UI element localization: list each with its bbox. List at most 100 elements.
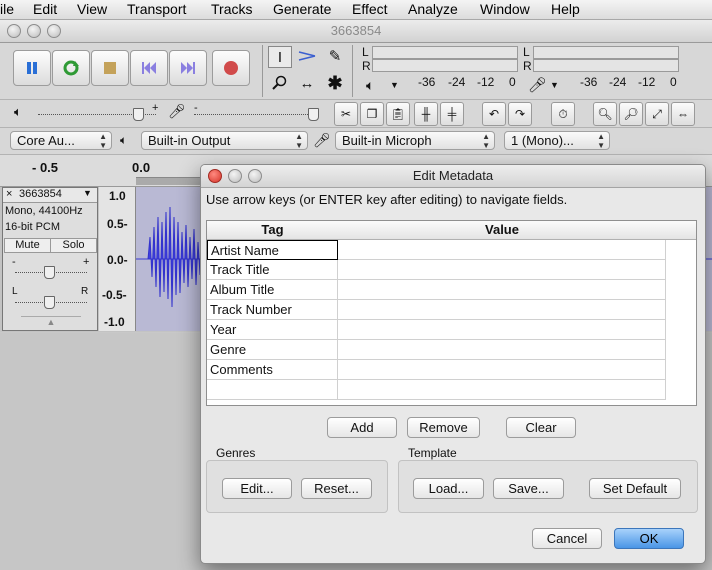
add-button[interactable]: Add bbox=[327, 417, 397, 438]
value-cell[interactable] bbox=[338, 320, 666, 340]
tag-cell[interactable]: Album Title bbox=[207, 280, 338, 300]
copy-button[interactable]: ❐ bbox=[360, 102, 384, 126]
tag-cell[interactable]: Artist Name bbox=[207, 240, 338, 260]
undo-button[interactable]: ↶ bbox=[482, 102, 506, 126]
tag-cell[interactable]: Genre bbox=[207, 340, 338, 360]
volume-plus-label: + bbox=[152, 102, 159, 114]
value-cell[interactable] bbox=[338, 240, 666, 260]
mute-button[interactable]: Mute bbox=[4, 238, 51, 253]
menu-analyze[interactable]: Analyze bbox=[408, 1, 458, 17]
gain-minus-label: - bbox=[12, 256, 16, 268]
value-cell[interactable] bbox=[338, 280, 666, 300]
chevron-down-icon[interactable]: ▼ bbox=[83, 188, 92, 198]
solo-button[interactable]: Solo bbox=[50, 238, 97, 253]
axis-label: 0.0- bbox=[107, 253, 128, 267]
cut-button[interactable]: ✂ bbox=[334, 102, 358, 126]
paste-button[interactable]: 📋︎ bbox=[386, 102, 410, 126]
envelope-tool[interactable] bbox=[296, 46, 318, 66]
menu-generate[interactable]: Generate bbox=[273, 1, 331, 17]
menu-file[interactable]: ile bbox=[0, 1, 14, 17]
tag-cell[interactable]: Year bbox=[207, 320, 338, 340]
skip-to-end-button[interactable] bbox=[169, 50, 207, 86]
audio-host-value: Core Au... bbox=[17, 133, 75, 148]
dialog-title: Edit Metadata bbox=[412, 168, 494, 183]
ok-button[interactable]: OK bbox=[614, 528, 684, 549]
track-name-menu[interactable]: 3663854 bbox=[19, 188, 62, 200]
record-meter-right[interactable] bbox=[372, 59, 518, 72]
pause-icon bbox=[27, 62, 37, 74]
pause-button[interactable] bbox=[13, 50, 51, 86]
tag-cell[interactable]: Track Title bbox=[207, 260, 338, 280]
gain-slider[interactable] bbox=[44, 266, 55, 279]
playback-meter-left[interactable] bbox=[533, 46, 679, 59]
menu-transport[interactable]: Transport bbox=[127, 1, 186, 17]
menu-help[interactable]: Help bbox=[551, 1, 580, 17]
value-cell[interactable] bbox=[338, 340, 666, 360]
menu-view[interactable]: View bbox=[77, 1, 107, 17]
collapse-track-button[interactable]: ▲ bbox=[21, 316, 81, 330]
redo-button[interactable]: ↷ bbox=[508, 102, 532, 126]
clear-button[interactable]: Clear bbox=[506, 417, 576, 438]
draw-tool[interactable]: ✎ bbox=[324, 46, 346, 66]
save-template-button[interactable]: Save... bbox=[493, 478, 564, 499]
multi-tool[interactable]: ✱ bbox=[324, 73, 346, 93]
pan-left-label: L bbox=[12, 286, 18, 297]
track-close-button[interactable]: × bbox=[6, 188, 12, 200]
sync-lock-button[interactable]: ⏱ bbox=[551, 102, 575, 126]
fit-project-button[interactable]: ⇔ bbox=[671, 102, 695, 126]
zoom-tool[interactable] bbox=[268, 73, 290, 93]
input-channels-select[interactable]: 1 (Mono)... ▲ ▼ bbox=[504, 131, 610, 150]
rec-scale-12: -12 bbox=[477, 75, 495, 89]
menu-edit[interactable]: Edit bbox=[33, 1, 57, 17]
play-button[interactable] bbox=[52, 50, 90, 86]
input-device-select[interactable]: Built-in Microph ▲ ▼ bbox=[335, 131, 495, 150]
record-button[interactable] bbox=[212, 50, 250, 86]
playback-volume-slider[interactable] bbox=[133, 108, 144, 121]
playback-meter-right[interactable] bbox=[533, 59, 679, 72]
play-scale-12: -12 bbox=[638, 75, 656, 89]
menu-tracks[interactable]: Tracks bbox=[211, 1, 252, 17]
set-default-button[interactable]: Set Default bbox=[589, 478, 681, 499]
pan-slider[interactable] bbox=[44, 296, 55, 309]
tag-cell[interactable]: Comments bbox=[207, 360, 338, 380]
input-device-value: Built-in Microph bbox=[342, 133, 432, 148]
axis-label: -1.0 bbox=[104, 315, 125, 329]
output-device-select[interactable]: Built-in Output ▲ ▼ bbox=[141, 131, 308, 150]
edit-genres-button[interactable]: Edit... bbox=[222, 478, 292, 499]
selection-tool[interactable]: I bbox=[268, 46, 292, 68]
column-header-value[interactable]: Value bbox=[338, 221, 667, 240]
track-format-text: Mono, 44100Hz bbox=[5, 205, 83, 217]
skip-to-start-button[interactable] bbox=[130, 50, 168, 86]
load-template-button[interactable]: Load... bbox=[413, 478, 484, 499]
play-scale-24: -24 bbox=[609, 75, 627, 89]
value-cell[interactable] bbox=[338, 260, 666, 280]
time-shift-tool[interactable]: ↔ bbox=[296, 73, 318, 93]
audio-host-select[interactable]: Core Au... ▲ ▼ bbox=[10, 131, 112, 150]
zoom-in-button[interactable]: 🔍︎ bbox=[593, 102, 617, 126]
rec-scale-24: -24 bbox=[448, 75, 466, 89]
value-cell[interactable] bbox=[338, 300, 666, 320]
stop-button[interactable] bbox=[91, 50, 129, 86]
value-cell[interactable] bbox=[338, 380, 666, 400]
trim-button[interactable]: ╫ bbox=[414, 102, 438, 126]
menu-effect[interactable]: Effect bbox=[352, 1, 388, 17]
record-volume-slider[interactable] bbox=[308, 108, 319, 121]
silence-button[interactable]: ╪ bbox=[440, 102, 464, 126]
remove-button[interactable]: Remove bbox=[407, 417, 480, 438]
column-header-tag[interactable]: Tag bbox=[207, 221, 339, 240]
scissors-icon: ✂ bbox=[340, 107, 352, 121]
fit-selection-button[interactable]: ⤢ bbox=[645, 102, 669, 126]
cancel-button[interactable]: Cancel bbox=[532, 528, 602, 549]
menu-window[interactable]: Window bbox=[480, 1, 530, 17]
reset-genres-button[interactable]: Reset... bbox=[301, 478, 372, 499]
tag-cell[interactable] bbox=[207, 380, 338, 400]
tag-cell[interactable]: Track Number bbox=[207, 300, 338, 320]
chevron-down-icon[interactable]: ▼ bbox=[390, 80, 399, 90]
record-meter-left[interactable] bbox=[372, 46, 518, 59]
skip-end-icon bbox=[181, 62, 195, 74]
microphone-icon: 🎤︎ bbox=[168, 103, 186, 119]
chevron-down-icon[interactable]: ▼ bbox=[550, 80, 559, 90]
value-cell[interactable] bbox=[338, 360, 666, 380]
zoom-out-icon: 🔎︎ bbox=[623, 107, 639, 121]
zoom-out-button[interactable]: 🔎︎ bbox=[619, 102, 643, 126]
